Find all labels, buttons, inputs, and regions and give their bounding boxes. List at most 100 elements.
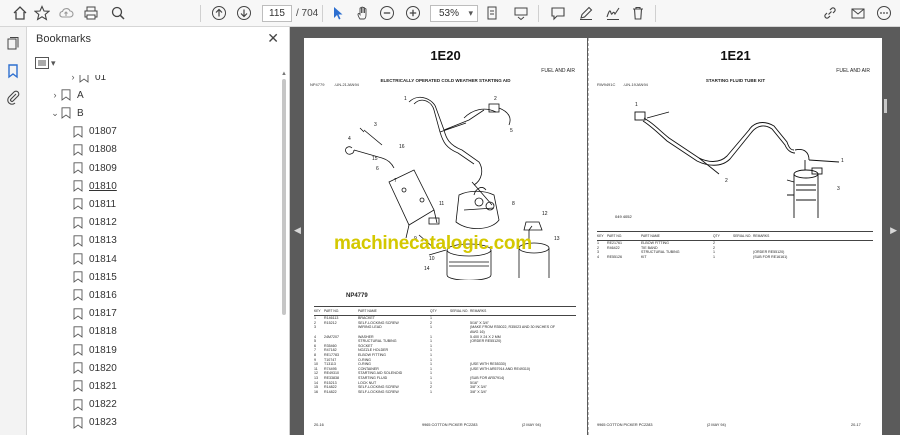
keyboard-scroll-icon[interactable]	[511, 3, 531, 23]
pages-icon[interactable]	[3, 34, 23, 54]
bookmark-label: 01814	[89, 253, 117, 265]
select-cursor-icon[interactable]	[328, 3, 348, 23]
footer-left: 20-16	[314, 423, 324, 427]
zoom-search-icon[interactable]	[108, 3, 128, 23]
column-header: KEY	[597, 234, 604, 238]
bookmark-item[interactable]: 01821	[73, 377, 117, 395]
page-number-input[interactable]	[262, 5, 292, 22]
svg-text:10: 10	[429, 256, 435, 262]
table-cell: 1	[430, 357, 432, 362]
footer-right: (2 MAY 94)	[522, 423, 541, 427]
bookmark-item[interactable]: 01813	[73, 232, 117, 250]
zoom-out-icon[interactable]	[377, 3, 397, 23]
document-viewer[interactable]: ◀ ▶ 1E20 FUEL AND AIR ELECTRICALLY OPERA…	[291, 27, 900, 435]
collapse-left-icon[interactable]: ◀	[294, 225, 301, 236]
bookmark-item[interactable]: 01814	[73, 250, 117, 268]
bookmark-item[interactable]: 01823	[73, 414, 117, 432]
print-icon[interactable]	[81, 3, 101, 23]
table-cell: R35460	[324, 343, 337, 348]
table-cell: KIT	[641, 255, 647, 260]
bookmark-item[interactable]: 01809	[73, 159, 117, 177]
viewer-scrollbar[interactable]	[884, 99, 887, 113]
chevron-right-icon[interactable]: ›	[67, 75, 79, 82]
bookmark-item[interactable]: 01810	[73, 177, 117, 195]
table-cell: SELF-LOCKING SCREW	[358, 389, 399, 394]
bookmark-item[interactable]: 01822	[73, 396, 117, 414]
chevron-right-icon[interactable]: ›	[49, 90, 61, 100]
table-cell: CONTAINER	[358, 366, 379, 371]
fit-page-icon[interactable]	[482, 3, 502, 23]
table-cell: RE33838	[324, 376, 339, 381]
bookmark-label: B	[77, 107, 84, 119]
collapse-right-icon[interactable]: ▶	[890, 225, 897, 236]
column-header: PART NO.	[324, 309, 340, 313]
bookmark-icon	[73, 216, 83, 229]
bookmarks-tree: › 01 › A ⌄ B 01807 01808 01809 01810 01811 01812 018…	[27, 75, 283, 435]
bookmark-item[interactable]: 01818	[73, 323, 117, 341]
bookmark-item[interactable]: 01819	[73, 341, 117, 359]
bookmark-icon[interactable]	[3, 61, 23, 81]
bookmark-options-button[interactable]: ▾	[35, 55, 65, 71]
table-header: KEY PART NO. PART NAME QTY SERIAL NO. REMARKS	[597, 232, 873, 241]
page-down-icon[interactable]	[234, 3, 254, 23]
bookmark-item[interactable]: 01820	[73, 359, 117, 377]
zoom-select[interactable]: 53% ▾	[430, 5, 478, 22]
table-cell: SELF-LOCKING SCREW	[358, 320, 399, 325]
table-cell: 13	[314, 376, 318, 381]
table-cell: 2	[713, 245, 715, 250]
footer-center: 9965 COTTON PICKER PC2283	[422, 423, 478, 427]
table-cell: STRUCTURAL TUBING	[641, 250, 680, 255]
bookmark-item[interactable]: 01807	[73, 123, 117, 141]
table-cell: STRUCTURAL TUBING	[358, 339, 397, 344]
bookmarks-panel: Bookmarks ✕ ▾ ▲ › 01 › A ⌄ B 01807 01808 01809 01…	[27, 27, 290, 435]
bookmark-item[interactable]: 01816	[73, 286, 117, 304]
delete-icon[interactable]	[628, 3, 648, 23]
close-icon[interactable]: ✕	[267, 30, 279, 47]
cloud-upload-icon[interactable]	[56, 3, 76, 23]
bookmark-star-icon[interactable]	[32, 3, 52, 23]
table-cell: ELBOW FITTING	[358, 353, 386, 358]
table-cell: (MAKE FROM R35022, R35023 AND 30 INCHES …	[470, 325, 556, 330]
bookmark-item[interactable]: 01815	[73, 268, 117, 286]
column-header: PART NAME	[641, 234, 660, 238]
svg-text:2: 2	[725, 178, 728, 184]
table-cell: NOZZLE HOLDER	[358, 348, 389, 353]
panel-title: Bookmarks	[36, 33, 92, 45]
table-cell: 1	[430, 353, 432, 358]
table-cell: 1	[430, 376, 432, 381]
table-cell: STARTING FLUID	[358, 376, 388, 381]
footer-right: 20-17	[851, 423, 861, 427]
table-cell: 7	[314, 348, 316, 353]
page-up-icon[interactable]	[209, 3, 229, 23]
table-cell: 4	[314, 334, 316, 339]
table-header: KEY PART NO. PART NAME QTY SERIAL NO. REMARKS	[314, 307, 576, 316]
bookmark-label: 01821	[89, 380, 117, 392]
table-cell: 5	[314, 339, 316, 344]
bookmark-item[interactable]: 01811	[73, 195, 116, 213]
bookmark-item[interactable]: 01812	[73, 214, 117, 232]
table-cell: 3	[314, 325, 316, 330]
bookmark-item[interactable]: 01817	[73, 305, 117, 323]
attachment-icon[interactable]	[3, 87, 23, 107]
bookmark-item[interactable]: › 01	[67, 75, 106, 86]
home-icon[interactable]	[10, 3, 30, 23]
svg-text:15: 15	[372, 156, 378, 162]
bookmark-label: 01809	[89, 162, 117, 174]
comment-icon[interactable]	[548, 3, 568, 23]
signature-icon[interactable]	[603, 3, 623, 23]
more-icon[interactable]	[874, 3, 894, 23]
bookmark-item[interactable]: ⌄ B	[49, 104, 84, 122]
toolbar-separator	[655, 5, 656, 22]
link-icon[interactable]	[820, 3, 840, 23]
hand-tool-icon[interactable]	[353, 3, 373, 23]
zoom-in-icon[interactable]	[403, 3, 423, 23]
toolbar-separator	[538, 5, 539, 22]
mail-icon[interactable]	[848, 3, 868, 23]
table-cell: 24M7207	[324, 334, 339, 339]
table-cell: 1	[430, 334, 432, 339]
bookmark-item[interactable]: › A	[49, 86, 84, 104]
bookmark-item[interactable]: 01808	[73, 141, 117, 159]
pen-icon[interactable]	[576, 3, 596, 23]
chevron-down-icon[interactable]: ⌄	[49, 108, 61, 119]
chevron-down-icon: ▾	[468, 8, 473, 18]
